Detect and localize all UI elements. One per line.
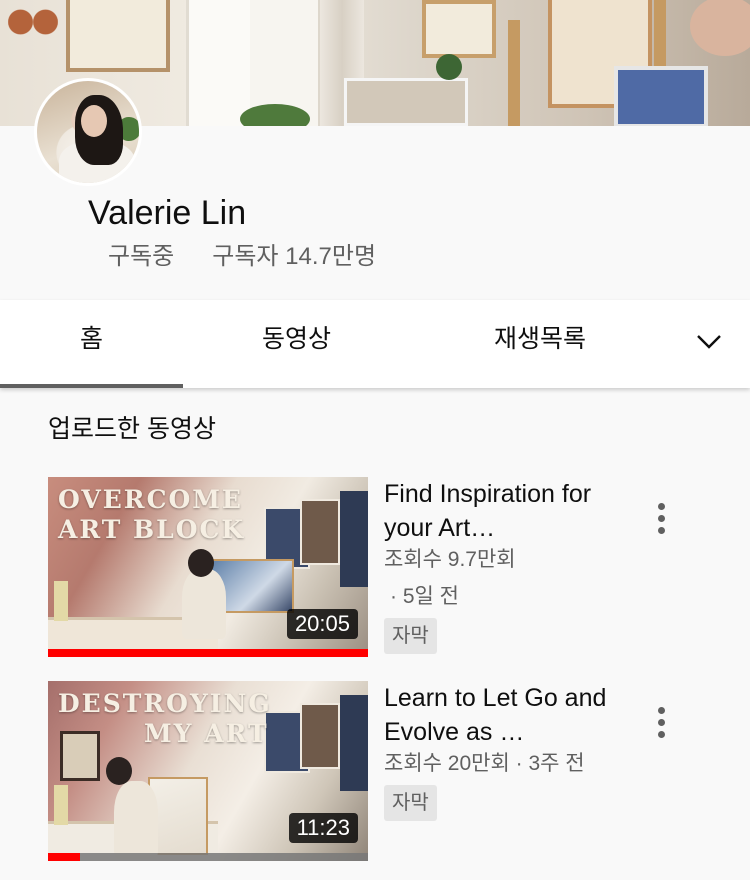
thumb-decor <box>340 491 368 587</box>
subscriber-count: 구독자 14.7만명 <box>212 243 377 270</box>
thumb-decor <box>300 703 340 769</box>
banner-decor <box>422 0 496 58</box>
video-title[interactable]: Find Inspiration for your Art… <box>384 477 614 545</box>
video-title[interactable]: Learn to Let Go and Evolve as … <box>384 681 614 749</box>
thumb-decor <box>54 581 68 621</box>
more-options-icon[interactable] <box>650 705 674 741</box>
chevron-down-icon[interactable] <box>694 326 724 356</box>
thumb-decor <box>54 785 68 825</box>
thumb-decor <box>188 549 214 577</box>
view-count: 조회수 9.7만회 <box>384 548 516 571</box>
thumbnail-text: DESTROYING <box>58 689 272 718</box>
watch-progress-fill <box>48 853 80 861</box>
upload-age: · 3주 전 <box>515 752 585 775</box>
banner-decor <box>690 0 750 56</box>
banner-decor <box>8 8 58 36</box>
section-title: 업로드한 동영상 <box>48 415 216 443</box>
thumbnail-text: OVERCOME <box>58 485 243 514</box>
thumbnail-text: ART BLOCK <box>58 515 246 544</box>
thumb-decor <box>182 569 226 639</box>
channel-tabs: 홈 동영상 재생목록 <box>0 300 750 388</box>
tab-home[interactable]: 홈 <box>80 322 103 356</box>
watch-progress-bar <box>48 853 368 861</box>
video-duration: 11:23 <box>288 813 358 843</box>
view-count: 조회수 20만회 <box>384 752 510 775</box>
more-options-icon[interactable] <box>650 501 674 537</box>
tab-selected-indicator <box>0 384 183 388</box>
video-stats: 조회수 20만회 · 3주 전 <box>384 749 614 779</box>
channel-avatar[interactable] <box>34 78 142 186</box>
thumb-decor <box>340 695 368 791</box>
video-thumbnail[interactable]: OVERCOME ART BLOCK 20:05 <box>48 477 368 657</box>
video-meta[interactable]: Learn to Let Go and Evolve as … 조회수 20만회… <box>384 681 614 821</box>
banner-decor <box>614 66 708 126</box>
banner-decor <box>344 78 468 126</box>
video-meta[interactable]: Find Inspiration for your Art… 조회수 9.7만회… <box>384 477 614 654</box>
channel-stats: 구독중 구독자 14.7만명 <box>108 240 376 274</box>
tab-playlists[interactable]: 재생목록 <box>494 322 586 356</box>
watch-progress-fill <box>48 649 368 657</box>
captions-badge: 자막 <box>384 618 437 654</box>
thumb-decor <box>106 757 132 785</box>
thumbnail-text: MY ART <box>144 719 269 748</box>
video-thumbnail[interactable]: DESTROYING MY ART 11:23 <box>48 681 368 861</box>
avatar-decor <box>81 105 107 137</box>
video-duration: 20:05 <box>286 609 358 639</box>
banner-decor <box>436 54 462 80</box>
banner-decor <box>66 0 170 72</box>
video-item[interactable]: DESTROYING MY ART 11:23 Learn to Let Go … <box>48 681 708 861</box>
watch-progress-bar <box>48 649 368 657</box>
banner-decor <box>508 20 520 126</box>
subscribe-status-button[interactable]: 구독중 <box>108 240 174 274</box>
upload-age: · 5일 전 <box>390 585 459 608</box>
tab-videos[interactable]: 동영상 <box>262 322 331 356</box>
thumb-decor <box>60 731 100 781</box>
thumb-decor <box>300 499 340 565</box>
captions-badge: 자막 <box>384 785 437 821</box>
banner-decor <box>240 104 310 126</box>
video-stats: 조회수 9.7만회 · 5일 전 <box>384 545 614 612</box>
thumb-decor <box>114 781 158 859</box>
channel-name: Valerie Lin <box>88 194 247 232</box>
video-item[interactable]: OVERCOME ART BLOCK 20:05 Find Inspiratio… <box>48 477 708 657</box>
